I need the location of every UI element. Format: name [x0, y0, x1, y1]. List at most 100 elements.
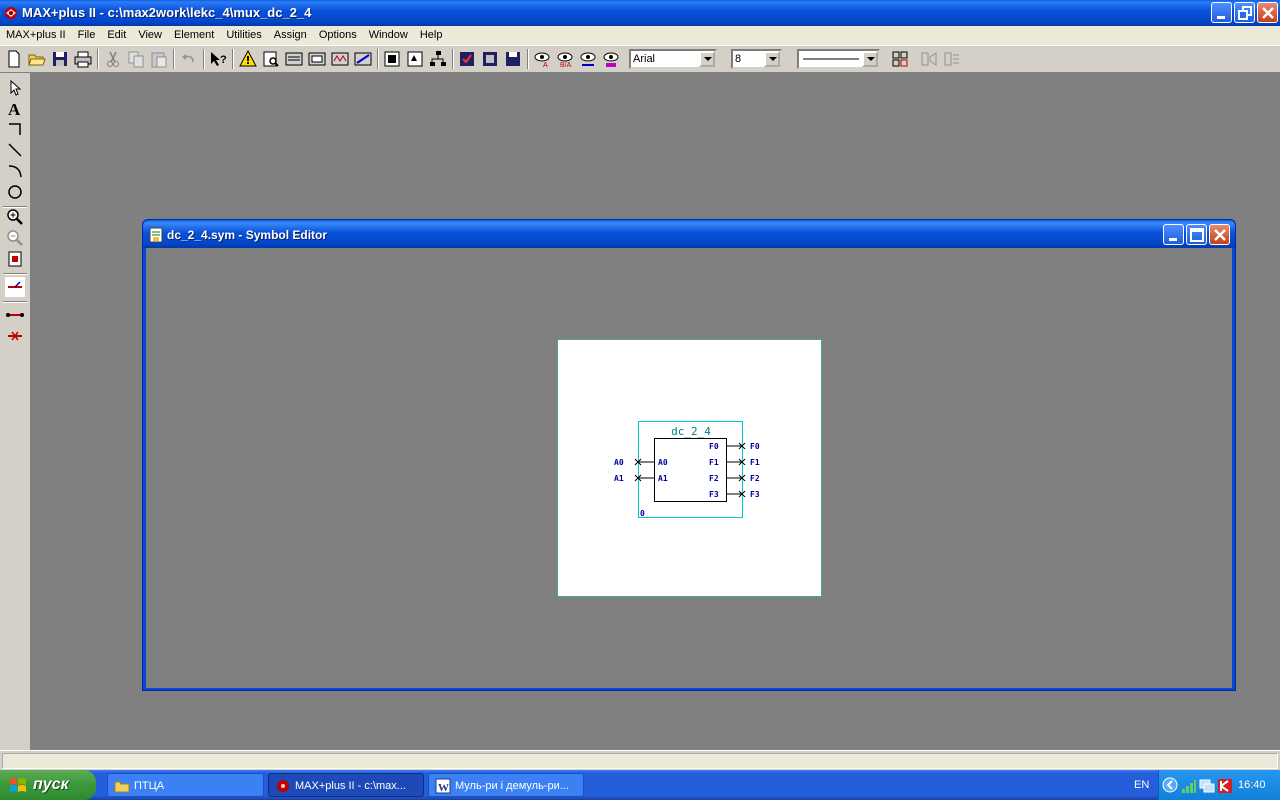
zoom-out-button[interactable] — [5, 228, 25, 248]
chevron-down-icon[interactable] — [764, 51, 780, 67]
taskbar-item-label: ПТЦА — [134, 780, 165, 792]
toolbar: ? A B/A Arial 8 — [0, 45, 1280, 73]
open-button[interactable] — [27, 49, 47, 69]
font-name-select[interactable]: Arial — [629, 49, 717, 69]
menu-help[interactable]: Help — [414, 26, 449, 45]
save-compile-button[interactable] — [480, 49, 500, 69]
grid-button[interactable] — [890, 49, 910, 69]
floorplan-button[interactable] — [284, 49, 304, 69]
app-title-bar[interactable]: MAX+plus II - c:\max2work\lekc_4\mux_dc_… — [0, 0, 1280, 26]
input-pin-a1[interactable]: A1 A1 — [614, 474, 668, 483]
taskbar-item-folder[interactable]: ПТЦА — [107, 773, 264, 797]
svg-text:A: A — [8, 100, 21, 118]
symbol-editor-title-bar[interactable]: dc_2_4.sym - Symbol Editor — [143, 220, 1235, 248]
orthogonal-line-tool-button[interactable] — [5, 119, 25, 139]
symbol-sheet[interactable]: dc_2_4 A0 A0 A1 A1 F0 F0 F1 F1 F2 F2 F3 … — [557, 339, 822, 597]
chevron-down-icon[interactable] — [699, 51, 715, 67]
pin-label-outer: A0 — [614, 458, 624, 467]
view-eye-button-1[interactable]: A — [532, 49, 552, 69]
output-pin-f3[interactable]: F3 F3 — [709, 490, 760, 499]
symbol-name[interactable]: dc_2_4 — [671, 425, 711, 438]
warning-button[interactable] — [238, 49, 258, 69]
diagonal-line-icon — [8, 143, 22, 157]
chevron-down-icon[interactable] — [862, 51, 878, 67]
print-button[interactable] — [73, 49, 93, 69]
pin-label-outer: F2 — [750, 474, 760, 483]
hierarchy-button[interactable] — [428, 49, 448, 69]
signal-strength-icon[interactable] — [1181, 778, 1197, 794]
font-size-select[interactable]: 8 — [731, 49, 782, 69]
menu-edit[interactable]: Edit — [101, 26, 132, 45]
menu-maxplus[interactable]: MAX+plus II — [0, 26, 72, 45]
child-maximize-button[interactable] — [1186, 224, 1207, 245]
context-help-button[interactable]: ? — [208, 49, 228, 69]
child-minimize-button[interactable] — [1163, 224, 1184, 245]
compiler-button[interactable] — [307, 49, 327, 69]
undo-button[interactable] — [179, 49, 199, 69]
output-pin-f0[interactable]: F0 F0 — [709, 442, 760, 451]
taskbar-item-maxplus[interactable]: MAX+plus II - c:\max... — [268, 773, 424, 797]
symbol-editor-canvas[interactable]: dc_2_4 A0 A0 A1 A1 F0 F0 F1 F1 F2 F2 F3 … — [146, 248, 1232, 688]
save-simulate-button[interactable] — [503, 49, 523, 69]
input-pin-a0[interactable]: A0 A0 — [614, 458, 668, 467]
menu-view[interactable]: View — [132, 26, 168, 45]
eye-icon — [603, 52, 619, 67]
timing-icon — [354, 52, 372, 66]
zoom-in-button[interactable] — [5, 207, 25, 227]
rotate-button[interactable] — [942, 49, 962, 69]
windows-logo-icon — [10, 778, 26, 792]
menu-file[interactable]: File — [72, 26, 102, 45]
eye-icon: A — [534, 52, 550, 69]
close-icon — [1262, 7, 1274, 19]
child-close-button[interactable] — [1209, 224, 1230, 245]
arc-tool-button[interactable] — [5, 161, 25, 181]
view-eye-button-4[interactable] — [601, 49, 621, 69]
status-bar — [0, 750, 1280, 770]
menu-element[interactable]: Element — [168, 26, 220, 45]
fit-in-window-button[interactable] — [5, 249, 25, 269]
document-search-icon — [263, 51, 279, 67]
start-button[interactable]: пуск — [0, 770, 96, 800]
diagonal-line-tool-button[interactable] — [5, 140, 25, 160]
corner-line-icon — [9, 123, 21, 135]
disconnect-line-icon — [8, 331, 22, 341]
simulator-button[interactable] — [330, 49, 350, 69]
timing-analyzer-button[interactable] — [353, 49, 373, 69]
menu-assign[interactable]: Assign — [268, 26, 313, 45]
view-eye-button-2[interactable]: B/A — [555, 49, 575, 69]
save-check-button[interactable] — [457, 49, 477, 69]
save-button[interactable] — [50, 49, 70, 69]
cut-button[interactable] — [103, 49, 123, 69]
tray-expand-icon[interactable] — [1162, 777, 1178, 793]
copy-button[interactable] — [126, 49, 146, 69]
text-tool-button[interactable]: A — [5, 98, 25, 119]
project-save-button[interactable] — [405, 49, 425, 69]
rubberbanding-button[interactable] — [5, 277, 25, 297]
new-file-button[interactable] — [4, 49, 24, 69]
project-set-button[interactable] — [382, 49, 402, 69]
minimize-button[interactable] — [1211, 2, 1232, 23]
taskbar-item-word[interactable]: W Муль-ри і демуль-ри... — [428, 773, 584, 797]
paste-button[interactable] — [149, 49, 169, 69]
menu-options[interactable]: Options — [313, 26, 363, 45]
view-eye-button-3[interactable] — [578, 49, 598, 69]
circle-tool-button[interactable] — [5, 182, 25, 202]
connect-line-button[interactable] — [5, 305, 25, 325]
menu-window[interactable]: Window — [363, 26, 414, 45]
language-indicator[interactable]: EN — [1134, 779, 1149, 791]
line-style-select[interactable] — [797, 49, 880, 69]
output-pin-f1[interactable]: F1 F1 — [709, 458, 760, 467]
menu-utilities[interactable]: Utilities — [220, 26, 267, 45]
flip-horizontal-button[interactable] — [919, 49, 939, 69]
antivirus-icon[interactable] — [1217, 778, 1233, 794]
select-tool-button[interactable] — [5, 78, 25, 98]
folder-icon — [114, 781, 130, 793]
restore-button[interactable] — [1234, 2, 1255, 23]
close-button[interactable] — [1257, 2, 1278, 23]
output-pin-f2[interactable]: F2 F2 — [709, 474, 760, 483]
disconnect-line-button[interactable] — [5, 326, 25, 346]
rotate-icon — [944, 52, 959, 66]
project-save-icon — [407, 51, 423, 67]
hierarchy-display-button[interactable] — [261, 49, 281, 69]
network-icon[interactable] — [1199, 778, 1215, 794]
